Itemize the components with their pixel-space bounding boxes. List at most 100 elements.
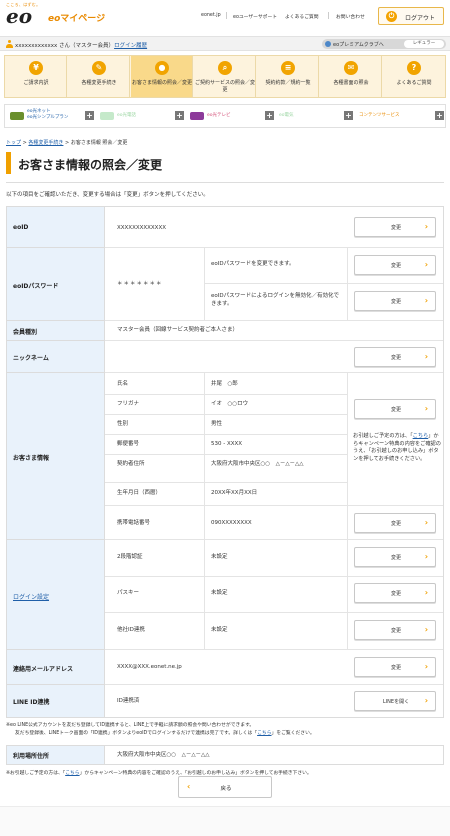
nav-service-info[interactable]: ⌕ ご契約サービスの照会／変更 [194,56,256,97]
chevron-right-icon: › [424,404,428,413]
service-tab-contents[interactable]: コンテンツサービス + [357,105,445,127]
logout-button[interactable]: ⏻ ログアウト [378,7,444,25]
expand-icon[interactable]: + [85,111,94,120]
tv-service-icon [190,112,204,120]
service-tab-electric[interactable]: eo電気 + [277,105,355,127]
link-contact[interactable]: お問い合わせ [336,13,365,20]
customer-furigana-value: イオ ○○ロウ [211,401,249,407]
row-divider [105,434,347,435]
move-note-link[interactable]: こちら [413,433,429,439]
customer-info-table: eoID XXXXXXXXXXXXX 変更 › eoIDパスワード ＊＊＊＊＊＊＊… [6,206,444,718]
password-toggle-button[interactable]: 変更 › [354,291,436,311]
login-history-link[interactable]: ログイン履歴 [114,43,147,49]
user-bar: xxxxxxxxxxxxx さん（マスター会員）ログイン履歴 eoプレミアムクラ… [0,36,450,51]
label-cell-email: 連絡用メールアドレス [7,650,105,685]
row-divider [105,684,443,685]
expand-icon[interactable]: + [175,111,184,120]
line-note-link[interactable]: こちら [257,731,271,736]
column-divider [204,248,205,320]
nav-label: ご契約サービスの照会／変更 [195,80,256,93]
two-factor-change-button[interactable]: 変更 › [354,547,436,567]
nav-label: 契約約款／規約一覧 [265,80,311,86]
login-settings-link[interactable]: ログイン設定 [13,592,49,601]
line-value: ID連携済 [117,698,140,704]
label-cell-login-settings: ログイン設定 [7,540,105,650]
breadcrumb-procedures[interactable]: 各種変更手続き [28,140,63,146]
customer-key: 郵便番号 [117,441,140,447]
column-divider [347,373,348,539]
breadcrumb-top[interactable]: トップ [6,140,21,146]
chevron-right-icon: › [424,352,428,361]
customer-mobile-value: 090XXXXXXXX [211,520,252,526]
link-faq[interactable]: よくあるご質問 [285,13,319,20]
customer-name-value: 井尾 ○郎 [211,381,238,387]
service-tabs: eo光ネット eo光シンプルプラン + eo光電話 + eo光テレビ + eo電気… [4,104,446,128]
label-cell-line: LINE ID連携 [7,685,105,717]
breadcrumb-sep: > [65,140,70,146]
passkey-value: 未設定 [211,590,228,596]
nav-label: 各種書面の照会 [333,80,369,86]
external-id-value: 未設定 [211,627,228,633]
move-bottom-note: ※お引越しご予定の方は、「こちら」からキャンペーン特典の内容をご確認のうえ、「お… [6,769,312,776]
chevron-right-icon: › [424,662,428,671]
nav-procedures[interactable]: ✎ 各種変更手続き [68,56,130,97]
row-divider [105,394,347,395]
customer-gender-value: 男性 [211,421,223,427]
expand-icon[interactable]: + [265,111,274,120]
logout-label: ログアウト [405,15,436,22]
nickname-label: ニックネーム [13,355,49,362]
premium-club-link[interactable]: eoプレミアムクラブへ レギュラー [322,39,446,49]
expand-icon[interactable]: + [435,111,444,120]
email-change-button[interactable]: 変更 › [354,657,436,677]
passkey-change-button[interactable]: 変更 › [354,583,436,603]
nav-label: ご請求内訳 [23,80,49,86]
service-label: eo電気 [279,113,294,118]
breadcrumb: トップ > 各種変更手続き > お客さま情報 照会／変更 [6,139,127,146]
email-label: 連絡用メールアドレス [13,666,74,673]
open-line-button[interactable]: LINEを開く › [354,691,436,711]
customer-info-label: お客さま情報 [13,455,50,462]
service-tab-phone[interactable]: eo光電話 + [97,105,185,127]
nav-billing[interactable]: ¥ ご請求内訳 [5,56,67,97]
chevron-right-icon: › [424,296,428,305]
service-tab-net[interactable]: eo光ネット eo光シンプルプラン + [7,105,95,127]
nav-terms[interactable]: ≡ 契約約款／規約一覧 [257,56,319,97]
column-divider [204,540,205,649]
move-bottom-link[interactable]: こちら [65,771,79,776]
usage-address-label: 利用場所住所 [13,753,50,760]
link-support[interactable]: eoユーザーサポート [233,13,277,20]
password-change-button[interactable]: 変更 › [354,255,436,275]
main-nav: ¥ ご請求内訳 ✎ 各種変更手続き ● お客さま情報の照会／変更 ⌕ ご契約サー… [4,55,446,98]
eoid-change-button[interactable]: 変更 › [354,217,436,237]
link-eonet[interactable]: eonet.jp [201,13,221,18]
chevron-right-icon: › [424,588,428,597]
move-bottom-pre: ※お引越しご予定の方は、「 [6,771,66,776]
row-divider [105,372,443,373]
label-cell-usage-address: 利用場所住所 [7,746,105,764]
chevron-right-icon: › [424,222,428,231]
nav-label: 各種変更手続き [81,80,117,86]
footer-band [0,806,450,836]
line-note-2-post: 」をご覧ください。 [271,731,315,736]
nav-faq[interactable]: ? よくあるご質問 [383,56,445,97]
mobile-change-button[interactable]: 変更 › [354,513,436,533]
row-divider [105,247,443,248]
customer-info-change-button[interactable]: 変更 › [354,399,436,419]
premium-rank-badge: レギュラー [404,40,444,48]
move-note-pre: お引越しご予定の方は、「 [353,433,413,439]
nav-customer-info[interactable]: ● お客さま情報の照会／変更 [131,56,193,97]
back-button[interactable]: ‹ 戻る [178,776,272,798]
eo-logo[interactable]: eo [6,6,32,26]
chevron-right-icon: › [424,518,428,527]
external-id-change-button[interactable]: 変更 › [354,620,436,640]
customer-key: フリガナ [117,401,140,407]
service-tab-tv[interactable]: eo光テレビ + [187,105,275,127]
expand-icon[interactable]: + [344,111,353,120]
nickname-change-button[interactable]: 変更 › [354,347,436,367]
row-divider [105,340,443,341]
nav-documents[interactable]: ✉ 各種書面の照会 [320,56,382,97]
label-cell-password: eoIDパスワード [7,248,105,321]
service-label: eo光電話 [117,113,137,118]
title-divider [6,182,444,183]
email-value: XXXX@XXX.eonet.ne.jp [117,664,182,670]
